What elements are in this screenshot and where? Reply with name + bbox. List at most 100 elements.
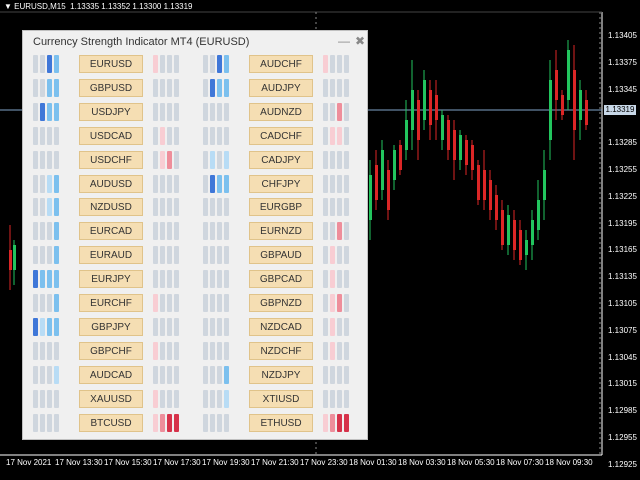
strength-bar-sell: [323, 270, 328, 289]
price-tick-label: 1.13135: [608, 272, 637, 282]
candle-body: [567, 50, 570, 100]
strength-bar-buy: [40, 198, 45, 217]
strength-bar-buy: [217, 222, 222, 241]
panel-titlebar[interactable]: Currency Strength Indicator MT4 (EURUSD)…: [23, 31, 367, 53]
currency-strength-panel: Currency Strength Indicator MT4 (EURUSD)…: [22, 30, 368, 440]
pair-button-gbpnzd[interactable]: GBPNZD: [249, 294, 313, 312]
time-tick-label: 17 Nov 2021: [6, 458, 52, 467]
pair-row-cadchf: CADCHF: [203, 126, 357, 145]
close-icon[interactable]: ✖: [353, 34, 367, 48]
time-tick-label: 17 Nov 13:30: [55, 458, 103, 467]
pair-button-audcad[interactable]: AUDCAD: [79, 365, 143, 384]
strength-bar-buy: [217, 126, 222, 145]
pair-button-cadjpy[interactable]: CADJPY: [249, 150, 313, 169]
strength-bar-sell: [344, 317, 349, 336]
pair-button-audnzd[interactable]: AUDNZD: [249, 102, 313, 121]
strength-bar-buy: [210, 174, 215, 193]
strength-bar-buy: [47, 78, 52, 97]
time-tick-label: 17 Nov 19:30: [202, 458, 250, 467]
pair-button-audchf[interactable]: AUDCHF: [249, 55, 313, 73]
strength-bar-buy: [217, 389, 222, 408]
pair-row-ethusd: ETHUSD: [203, 413, 357, 432]
pair-button-eurusd[interactable]: EURUSD: [79, 55, 143, 73]
pair-button-gbpchf[interactable]: GBPCHF: [79, 341, 143, 360]
strength-bar-sell: [337, 294, 342, 312]
pair-button-gbpjpy[interactable]: GBPJPY: [79, 317, 143, 336]
strength-bar-sell: [160, 198, 165, 217]
candle-body: [555, 70, 558, 100]
strength-bar-buy: [224, 126, 229, 145]
strength-bar-sell: [174, 174, 179, 193]
strength-bar-sell: [337, 389, 342, 408]
strength-bar-sell: [330, 294, 335, 312]
pair-button-usdjpy[interactable]: USDJPY: [79, 102, 143, 121]
strength-bar-sell: [174, 126, 179, 145]
pair-button-gbpusd[interactable]: GBPUSD: [79, 78, 143, 97]
pair-button-ethusd[interactable]: ETHUSD: [249, 413, 313, 432]
pair-button-xtiusd[interactable]: XTIUSD: [249, 389, 313, 408]
strength-bar-sell: [167, 317, 172, 336]
pair-button-gbpcad[interactable]: GBPCAD: [249, 270, 313, 289]
candle-body: [453, 130, 456, 160]
minimize-icon[interactable]: —: [337, 34, 351, 48]
price-tick-label: 1.13255: [608, 165, 637, 174]
pair-button-usdcad[interactable]: USDCAD: [79, 126, 143, 145]
pair-button-nzdcad[interactable]: NZDCAD: [249, 317, 313, 336]
pair-row-nzdcad: NZDCAD: [203, 317, 357, 336]
strength-bar-buy: [210, 317, 215, 336]
candle-body: [501, 210, 504, 245]
pair-button-chfjpy[interactable]: CHFJPY: [249, 174, 313, 193]
pair-button-cadchf[interactable]: CADCHF: [249, 126, 313, 145]
candle-body: [543, 170, 546, 200]
strength-bar-buy: [210, 365, 215, 384]
strength-bar-buy: [217, 198, 222, 217]
candle-body: [405, 120, 408, 150]
candle-body: [387, 170, 390, 210]
pair-button-eurchf[interactable]: EURCHF: [79, 294, 143, 312]
pair-button-eurjpy[interactable]: EURJPY: [79, 270, 143, 289]
strength-bar-buy: [33, 246, 38, 265]
strength-bar-sell: [330, 126, 335, 145]
candle-body: [537, 200, 540, 230]
strength-bar-buy: [33, 294, 38, 312]
strength-bar-buy: [210, 78, 215, 97]
pair-button-euraud[interactable]: EURAUD: [79, 246, 143, 265]
pair-row-gbpcad: GBPCAD: [203, 270, 357, 289]
strength-bar-buy: [210, 413, 215, 432]
pair-button-nzdjpy[interactable]: NZDJPY: [249, 365, 313, 384]
strength-bar-sell: [160, 150, 165, 169]
strength-bar-sell: [323, 246, 328, 265]
strength-bar-sell: [160, 389, 165, 408]
pair-button-xauusd[interactable]: XAUUSD: [79, 389, 143, 408]
candle-body: [459, 135, 462, 160]
strength-bar-buy: [210, 150, 215, 169]
pair-button-nzdchf[interactable]: NZDCHF: [249, 341, 313, 360]
strength-bar-sell: [337, 174, 342, 193]
strength-bar-sell: [323, 341, 328, 360]
pair-button-btcusd[interactable]: BTCUSD: [79, 413, 143, 432]
strength-bar-sell: [167, 294, 172, 312]
pair-button-gbpaud[interactable]: GBPAUD: [249, 246, 313, 265]
price-tick-label: 1.13405: [608, 31, 637, 40]
pair-button-eurcad[interactable]: EURCAD: [79, 222, 143, 241]
candle-body: [399, 145, 402, 170]
strength-bar-sell: [344, 246, 349, 265]
pair-row-eurgbp: EURGBP: [203, 198, 357, 217]
candle-body: [375, 165, 378, 200]
pair-button-audjpy[interactable]: AUDJPY: [249, 78, 313, 97]
price-tick-label: 1.13345: [608, 84, 637, 94]
pair-button-eurnzd[interactable]: EURNZD: [249, 222, 313, 241]
strength-bar-buy: [217, 341, 222, 360]
strength-bar-sell: [167, 270, 172, 289]
strength-bar-sell: [330, 413, 335, 432]
pair-button-usdchf[interactable]: USDCHF: [79, 150, 143, 169]
pair-button-audusd[interactable]: AUDUSD: [79, 174, 143, 193]
strength-bar-sell: [330, 341, 335, 360]
pair-button-eurgbp[interactable]: EURGBP: [249, 198, 313, 217]
strength-bar-buy: [224, 341, 229, 360]
pair-button-nzdusd[interactable]: NZDUSD: [79, 198, 143, 217]
strength-bar-buy: [203, 78, 208, 97]
strength-bar-buy: [40, 246, 45, 265]
strength-bar-buy: [203, 222, 208, 241]
price-tick-label: 1.13105: [608, 299, 637, 308]
